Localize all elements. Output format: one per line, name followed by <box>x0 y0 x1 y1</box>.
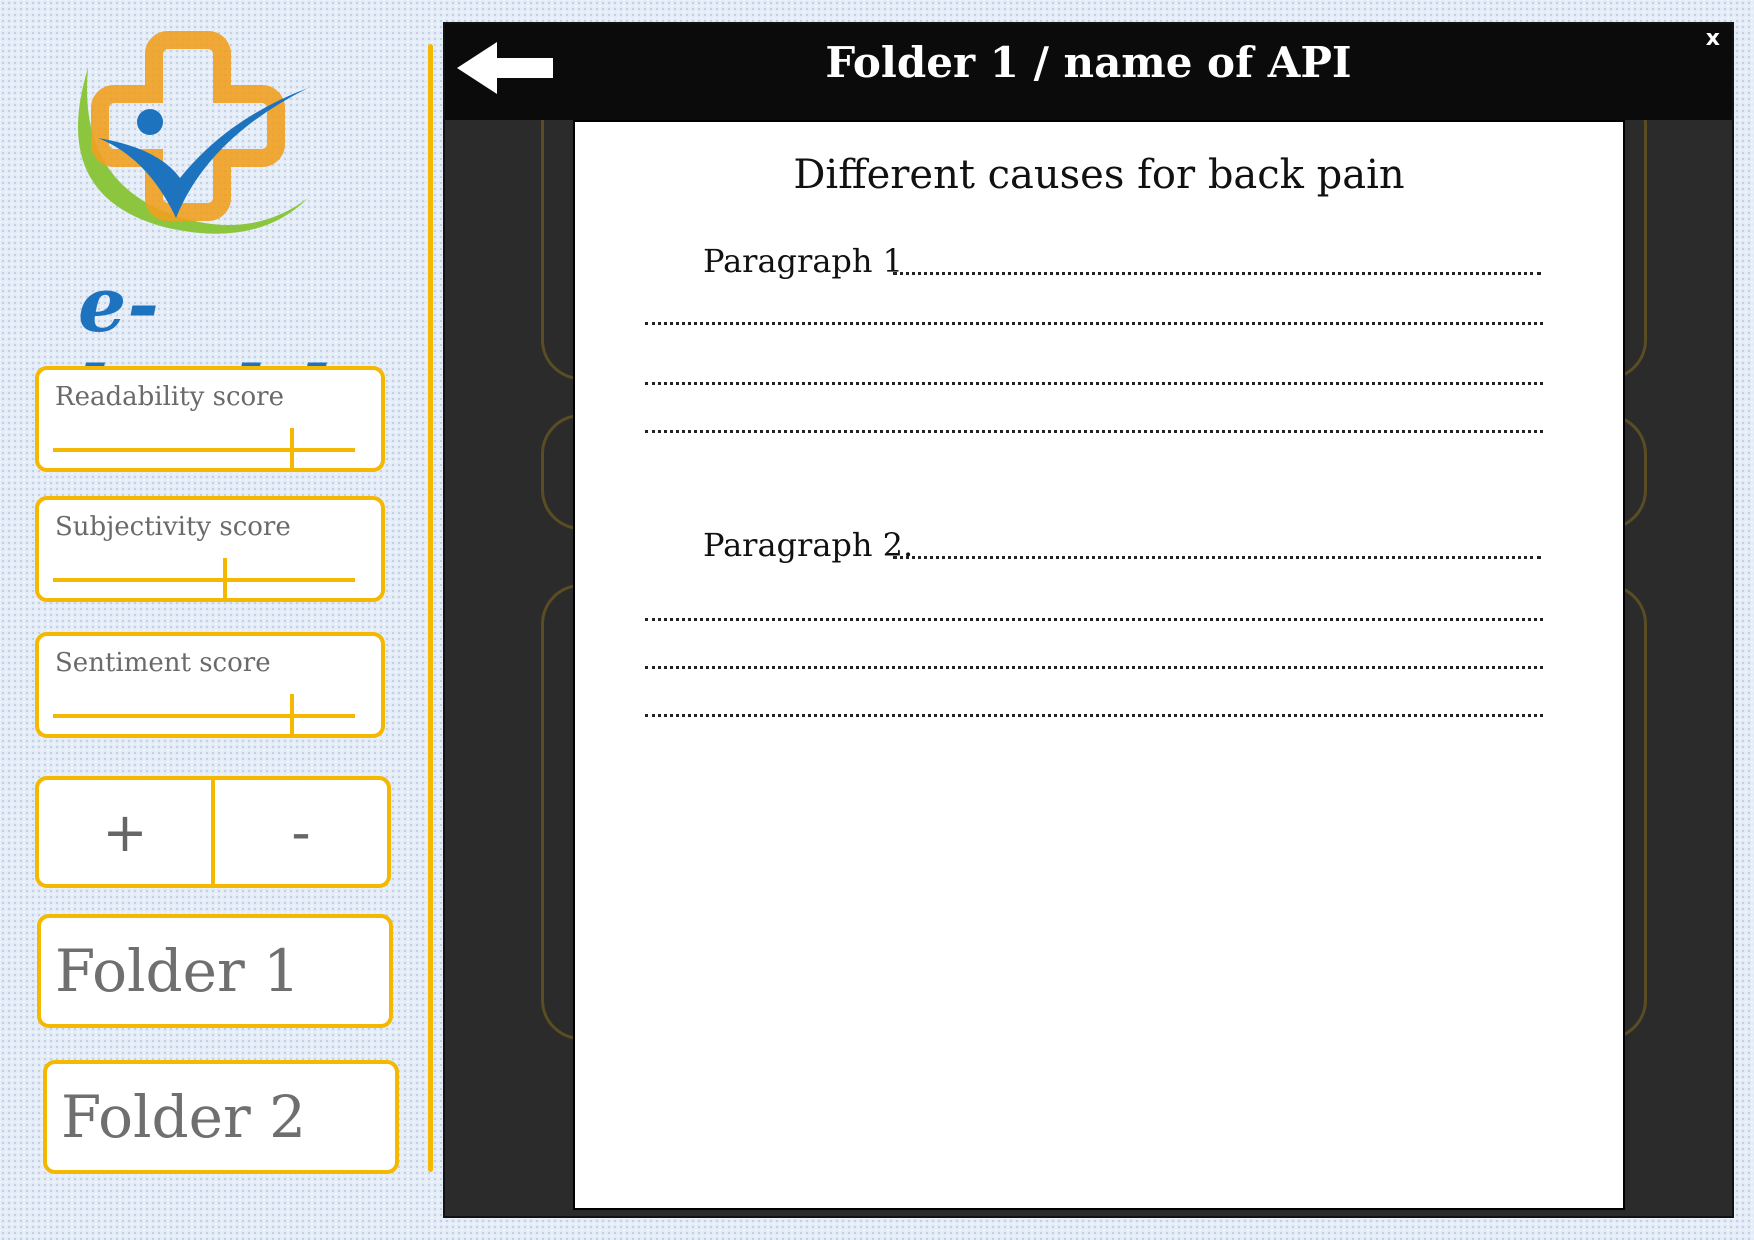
close-button[interactable]: x <box>1706 26 1720 51</box>
sidebar-divider <box>428 44 433 1172</box>
e-health-logo: e-health <box>58 28 358 438</box>
readability-score-track[interactable] <box>53 448 355 452</box>
paragraph-1-line <box>645 322 1543 325</box>
paragraph-2-line <box>645 666 1543 669</box>
paragraph-2-line <box>645 618 1543 621</box>
paragraph-2-line <box>645 714 1543 717</box>
subjectivity-score-card: Subjectivity score <box>35 496 385 602</box>
document-heading: Different causes for back pain <box>793 152 1405 198</box>
readability-score-thumb[interactable] <box>289 428 294 470</box>
zoom-out-button[interactable]: - <box>215 780 387 884</box>
paragraph-1-line <box>645 382 1543 385</box>
sentiment-score-thumb[interactable] <box>289 694 294 736</box>
sentiment-score-label: Sentiment score <box>55 648 271 678</box>
document-page: Different causes for back pain Paragraph… <box>573 120 1625 1210</box>
folder-2-button[interactable]: Folder 2 <box>43 1060 399 1174</box>
paragraph-2-label: Paragraph 2. <box>703 526 914 564</box>
modal-header: Folder 1 / name of API x <box>445 24 1732 120</box>
subjectivity-score-track[interactable] <box>53 578 355 582</box>
folder-1-button[interactable]: Folder 1 <box>37 914 393 1028</box>
paragraph-1-line <box>645 430 1543 433</box>
logo-emblem-icon <box>78 31 308 234</box>
paragraph-2-line <box>893 556 1541 559</box>
readability-score-label: Readability score <box>55 382 284 412</box>
zoom-controls: + - <box>35 776 391 888</box>
sentiment-score-card: Sentiment score <box>35 632 385 738</box>
modal-title: Folder 1 / name of API <box>825 38 1352 87</box>
sentiment-score-track[interactable] <box>53 714 355 718</box>
subjectivity-score-label: Subjectivity score <box>55 512 291 542</box>
readability-score-card: Readability score <box>35 366 385 472</box>
zoom-in-button[interactable]: + <box>39 780 211 884</box>
subjectivity-score-thumb[interactable] <box>223 558 228 600</box>
paragraph-1-line <box>893 272 1541 275</box>
paragraph-1-label: Paragraph 1 <box>703 242 904 280</box>
document-viewer-panel: Folder 1 / name of API x Different cause… <box>443 22 1734 1218</box>
